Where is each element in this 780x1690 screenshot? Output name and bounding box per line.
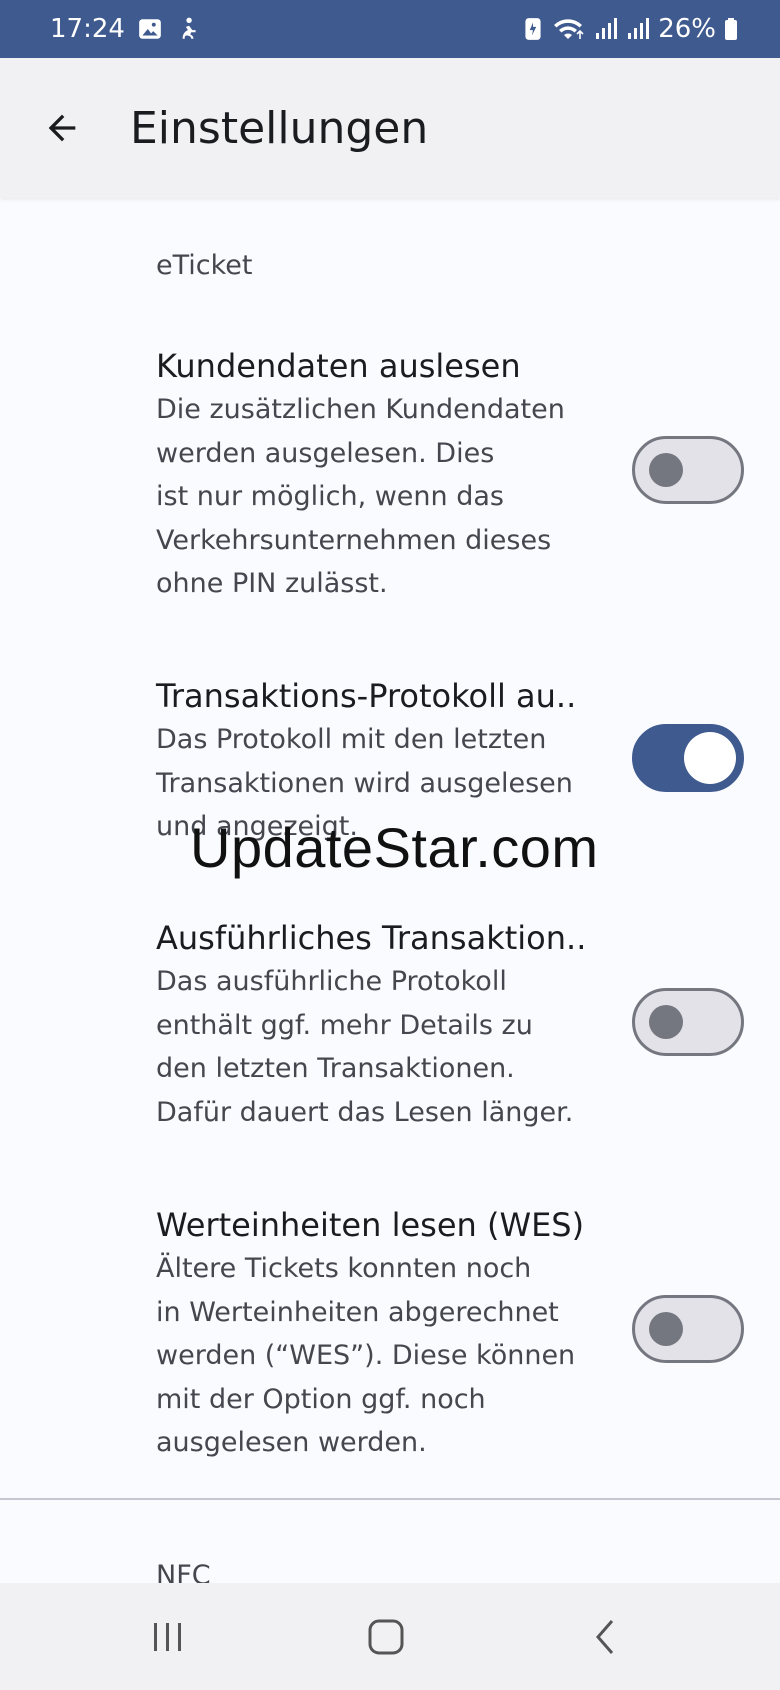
setting-title: Kundendaten auslesen bbox=[156, 347, 521, 385]
signal-icon bbox=[594, 16, 618, 42]
setting-title: Transaktions-Protokoll au.. bbox=[156, 677, 577, 715]
recent-apps-button[interactable] bbox=[128, 1605, 208, 1669]
navigation-bar bbox=[0, 1583, 780, 1690]
setting-description: Das ausführliche Protokoll enthält ggf. … bbox=[156, 966, 574, 1128]
status-left: 17:24 bbox=[50, 14, 201, 44]
toggle-knob bbox=[684, 732, 736, 784]
setting-value-units[interactable]: Werteinheiten lesen (WES) Ältere Tickets… bbox=[0, 1203, 780, 1473]
toggle-knob bbox=[649, 1312, 683, 1346]
section-divider bbox=[0, 1498, 780, 1500]
status-bar: 17:24 26% bbox=[0, 0, 780, 58]
section-header-nfc: NFC bbox=[156, 1560, 211, 1583]
app-bar: Einstellungen bbox=[0, 58, 780, 198]
setting-title: Ausführliches Transaktion.. bbox=[156, 919, 587, 957]
setting-description: Ältere Tickets konnten noch in Werteinhe… bbox=[156, 1253, 576, 1458]
home-icon bbox=[368, 1619, 404, 1655]
home-button[interactable] bbox=[346, 1605, 426, 1669]
section-header-eticket: eTicket bbox=[156, 250, 253, 281]
customer-data-toggle[interactable] bbox=[632, 436, 744, 504]
recent-apps-icon bbox=[154, 1623, 181, 1651]
back-button[interactable] bbox=[32, 98, 92, 158]
gallery-icon bbox=[137, 16, 163, 42]
toggle-knob bbox=[649, 1005, 683, 1039]
setting-description: Die zusätzlichen Kundendaten werden ausg… bbox=[156, 394, 565, 599]
setting-detailed-transaction-log[interactable]: Ausführliches Transaktion.. Das ausführl… bbox=[0, 916, 780, 1156]
nav-back-button[interactable] bbox=[566, 1605, 646, 1669]
back-icon bbox=[596, 1620, 614, 1654]
setting-text: Werteinheiten lesen (WES) Ältere Tickets… bbox=[156, 1203, 596, 1465]
battery-saver-icon bbox=[522, 16, 544, 42]
wifi-icon bbox=[552, 16, 586, 42]
status-right: 26% bbox=[522, 14, 738, 44]
toggle-knob bbox=[649, 453, 683, 487]
watermark: UpdateStar.com bbox=[190, 816, 599, 879]
transaction-log-toggle[interactable] bbox=[632, 724, 744, 792]
value-units-toggle[interactable] bbox=[632, 1295, 744, 1363]
settings-list[interactable]: eTicket Kundendaten auslesen Die zusätzl… bbox=[0, 198, 780, 1583]
setting-text: Kundendaten auslesen Die zusätzlichen Ku… bbox=[156, 344, 596, 606]
status-time: 17:24 bbox=[50, 14, 125, 44]
page-title: Einstellungen bbox=[130, 102, 429, 154]
accessibility-icon bbox=[175, 16, 201, 42]
setting-customer-data[interactable]: Kundendaten auslesen Die zusätzlichen Ku… bbox=[0, 344, 780, 644]
setting-text: Ausführliches Transaktion.. Das ausführl… bbox=[156, 916, 596, 1134]
detailed-transaction-log-toggle[interactable] bbox=[632, 988, 744, 1056]
setting-title: Werteinheiten lesen (WES) bbox=[156, 1206, 585, 1244]
signal-icon bbox=[626, 16, 650, 42]
battery-icon bbox=[724, 16, 738, 42]
arrow-back-icon bbox=[48, 114, 76, 142]
battery-percent: 26% bbox=[658, 14, 716, 44]
